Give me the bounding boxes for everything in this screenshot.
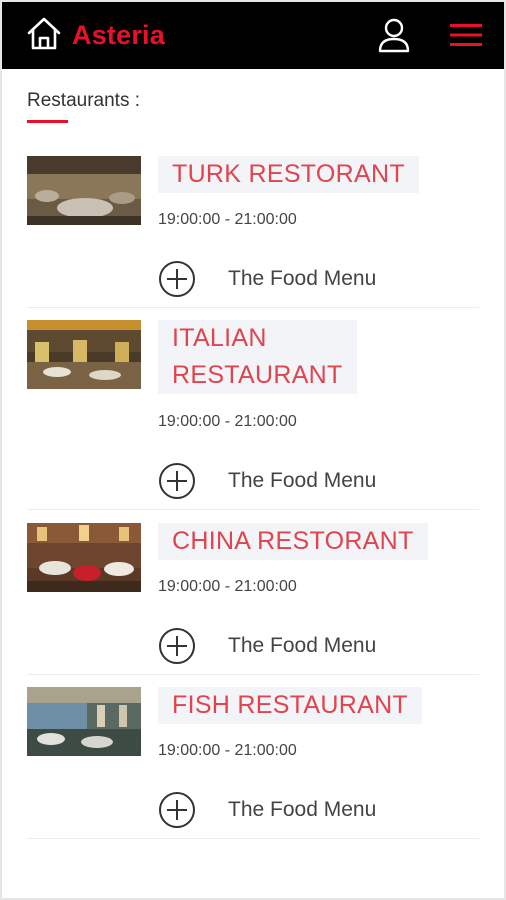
app-brand: Asteria (72, 20, 165, 50)
restaurant-hours: 19:00:00 - 21:00:00 (158, 742, 297, 759)
restaurant-hours: 19:00:00 - 21:00:00 (158, 413, 297, 430)
top-bar: Asteria (2, 2, 504, 69)
restaurant-photo[interactable] (27, 523, 141, 592)
restaurant-card[interactable]: TURK RESTORANT 19:00:00 - 21:00:00 The F… (27, 156, 479, 308)
home-icon[interactable] (24, 14, 64, 54)
hamburger-menu-icon[interactable] (448, 20, 484, 50)
food-menu-button[interactable]: The Food Menu (158, 462, 458, 502)
restaurant-photo[interactable] (27, 320, 141, 389)
restaurant-name-line: ITALIAN (172, 324, 267, 352)
restaurant-card[interactable]: CHINA RESTORANT 19:00:00 - 21:00:00 The … (27, 523, 479, 675)
restaurant-name-line: RESTAURANT (172, 361, 343, 389)
plus-circle-icon[interactable] (158, 791, 196, 829)
restaurant-card[interactable]: ITALIAN RESTAURANT 19:00:00 - 21:00:00 T… (27, 320, 479, 510)
food-menu-button[interactable]: The Food Menu (158, 791, 458, 831)
plus-circle-icon[interactable] (158, 260, 196, 298)
restaurant-hours: 19:00:00 - 21:00:00 (158, 211, 297, 228)
food-menu-button[interactable]: The Food Menu (158, 627, 458, 667)
restaurant-hours: 19:00:00 - 21:00:00 (158, 578, 297, 595)
restaurant-name: CHINA RESTORANT (158, 523, 428, 560)
section-underline (27, 120, 68, 123)
restaurant-card[interactable]: FISH RESTAURANT 19:00:00 - 21:00:00 The … (27, 687, 479, 839)
restaurant-name-line: FISH RESTAURANT (172, 691, 408, 719)
food-menu-label: The Food Menu (228, 469, 377, 492)
restaurant-photo[interactable] (27, 156, 141, 225)
food-menu-label: The Food Menu (228, 798, 377, 821)
restaurant-name-line: CHINA RESTORANT (172, 527, 414, 555)
restaurant-name: TURK RESTORANT (158, 156, 419, 193)
food-menu-label: The Food Menu (228, 267, 377, 290)
food-menu-button[interactable]: The Food Menu (158, 260, 458, 300)
plus-circle-icon[interactable] (158, 627, 196, 665)
restaurant-name-line: TURK RESTORANT (172, 160, 405, 188)
app-screen: Asteria Restaurants : TURK RESTORANT 19:… (2, 2, 504, 898)
restaurant-photo[interactable] (27, 687, 141, 756)
section-title: Restaurants : (27, 90, 140, 111)
user-icon[interactable] (376, 16, 412, 54)
restaurant-name: ITALIAN RESTAURANT (158, 320, 357, 394)
plus-circle-icon[interactable] (158, 462, 196, 500)
restaurant-name: FISH RESTAURANT (158, 687, 422, 724)
food-menu-label: The Food Menu (228, 634, 377, 657)
